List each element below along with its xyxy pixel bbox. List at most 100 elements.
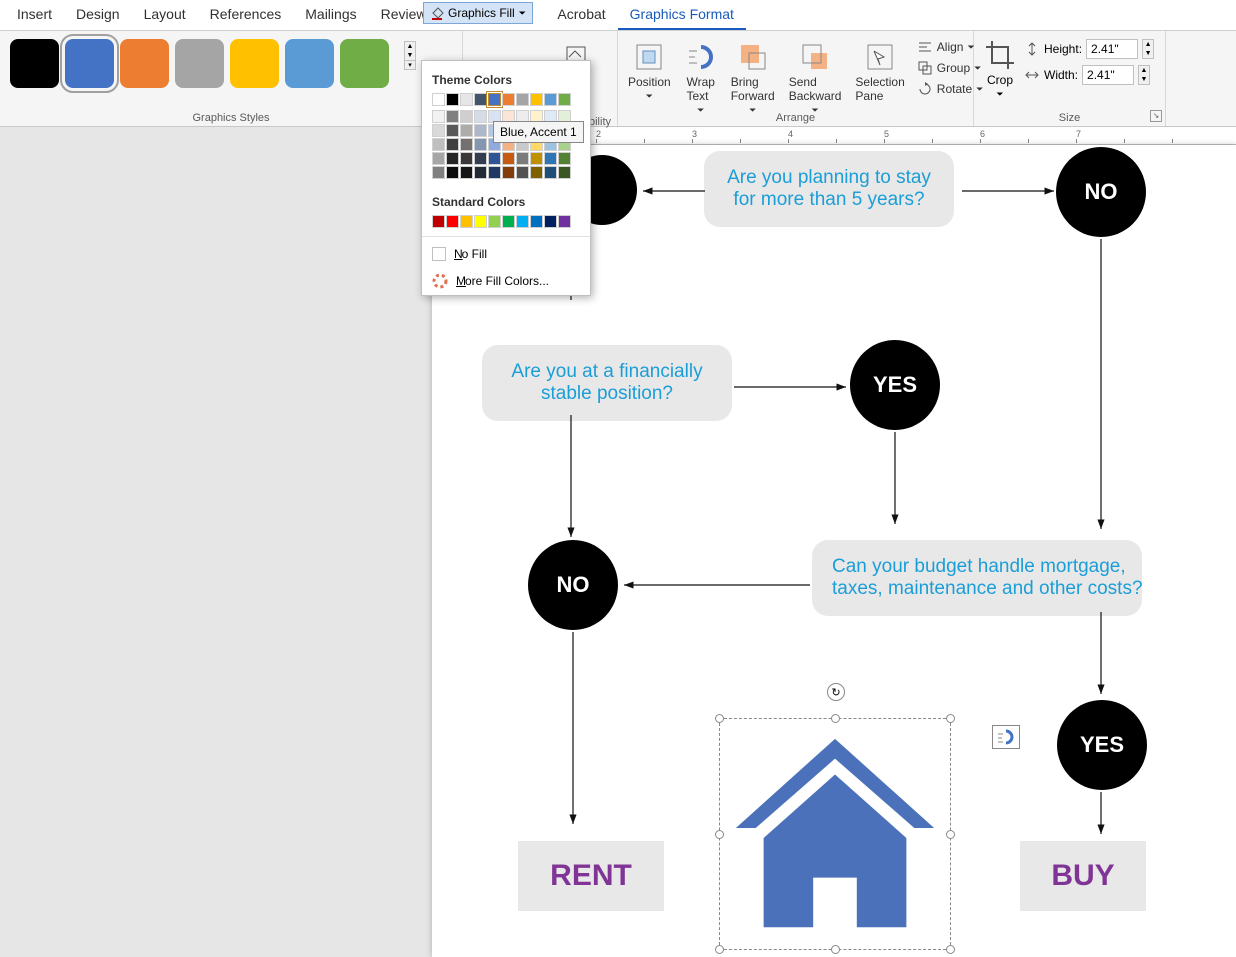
theme-shade-1-0[interactable] [446,110,459,123]
style-swatch-gray[interactable] [175,39,224,88]
theme-shade-6-3[interactable] [516,152,529,165]
theme-color-1[interactable] [446,93,459,106]
theme-shade-0-3[interactable] [432,152,445,165]
theme-shade-5-3[interactable] [502,152,515,165]
size-dialog-launcher[interactable]: ↘ [1150,110,1162,122]
circle-yes-1[interactable]: YES [850,340,940,430]
tab-design[interactable]: Design [64,0,132,30]
circle-no-2[interactable]: NO [528,540,618,630]
theme-shade-2-1[interactable] [460,124,473,137]
standard-color-1[interactable] [446,215,459,228]
standard-color-5[interactable] [502,215,515,228]
tab-graphics-format[interactable]: Graphics Format [618,0,746,30]
theme-shade-0-2[interactable] [432,138,445,151]
wrap-text-button[interactable]: Wrap Text⏷ [681,37,721,120]
standard-color-8[interactable] [544,215,557,228]
theme-shade-9-4[interactable] [558,166,571,179]
theme-shade-4-4[interactable] [488,166,501,179]
graphics-fill-button[interactable]: Graphics Fill ⏷ [423,2,533,24]
style-swatch-black[interactable] [10,39,59,88]
sel-handle-ml[interactable] [715,830,724,839]
sel-handle-br[interactable] [946,945,955,954]
selection-pane-button[interactable]: Selection Pane [851,37,908,120]
sel-handle-tl[interactable] [715,714,724,723]
tab-layout[interactable]: Layout [132,0,198,30]
theme-shade-1-2[interactable] [446,138,459,151]
sel-handle-tr[interactable] [946,714,955,723]
sel-handle-mr[interactable] [946,830,955,839]
tab-insert[interactable]: Insert [5,0,64,30]
decision-box-3[interactable]: Can your budget handle mortgage, taxes, … [812,540,1142,616]
result-buy[interactable]: BUY [1020,841,1146,911]
decision-box-1[interactable]: Are you planning to stay for more than 5… [704,151,954,227]
theme-shade-0-1[interactable] [432,124,445,137]
crop-button[interactable]: Crop⏷ [984,39,1016,100]
selected-graphic-frame[interactable]: ↻ [719,718,951,950]
theme-color-0[interactable] [432,93,445,106]
sel-handle-bc[interactable] [831,945,840,954]
theme-shade-6-4[interactable] [516,166,529,179]
tab-mailings[interactable]: Mailings [293,0,368,30]
sel-handle-tc[interactable] [831,714,840,723]
theme-color-8[interactable] [544,93,557,106]
theme-shade-3-1[interactable] [474,124,487,137]
width-down[interactable]: ▼ [1139,75,1149,84]
circle-no-1[interactable]: NO [1056,147,1146,237]
theme-shade-7-3[interactable] [530,152,543,165]
theme-shade-0-0[interactable] [432,110,445,123]
standard-color-7[interactable] [530,215,543,228]
theme-shade-4-3[interactable] [488,152,501,165]
standard-color-4[interactable] [488,215,501,228]
circle-yes-2[interactable]: YES [1057,700,1147,790]
standard-color-9[interactable] [558,215,571,228]
style-swatch-yellow[interactable] [230,39,279,88]
theme-shade-2-2[interactable] [460,138,473,151]
height-up[interactable]: ▲ [1143,40,1153,49]
style-swatch-lightblue[interactable] [285,39,334,88]
theme-color-7[interactable] [530,93,543,106]
width-input[interactable] [1082,65,1134,85]
house-icon[interactable] [720,719,950,949]
theme-shade-1-1[interactable] [446,124,459,137]
theme-shade-0-4[interactable] [432,166,445,179]
theme-color-4[interactable] [488,93,501,106]
theme-shade-3-0[interactable] [474,110,487,123]
theme-color-2[interactable] [460,93,473,106]
theme-shade-2-3[interactable] [460,152,473,165]
standard-color-0[interactable] [432,215,445,228]
theme-color-9[interactable] [558,93,571,106]
result-rent[interactable]: RENT [518,841,664,911]
theme-color-5[interactable] [502,93,515,106]
theme-shade-1-3[interactable] [446,152,459,165]
theme-shade-2-0[interactable] [460,110,473,123]
style-swatch-blue[interactable] [65,39,114,88]
standard-color-2[interactable] [460,215,473,228]
theme-color-3[interactable] [474,93,487,106]
height-input[interactable] [1086,39,1138,59]
theme-shade-3-2[interactable] [474,138,487,151]
theme-shade-2-4[interactable] [460,166,473,179]
gallery-up[interactable]: ▲ [405,42,415,51]
sel-handle-bl[interactable] [715,945,724,954]
height-down[interactable]: ▼ [1143,49,1153,58]
bring-forward-button[interactable]: Bring Forward⏷ [727,37,779,120]
decision-box-2[interactable]: Are you at a financially stable position… [482,345,732,421]
theme-shade-3-3[interactable] [474,152,487,165]
no-fill-item[interactable]: No Fill [422,241,590,267]
gallery-down[interactable]: ▼ [405,51,415,60]
theme-shade-3-4[interactable] [474,166,487,179]
theme-shade-7-4[interactable] [530,166,543,179]
style-swatch-orange[interactable] [120,39,169,88]
gallery-more[interactable]: ▾ [405,60,415,69]
theme-shade-8-4[interactable] [544,166,557,179]
standard-color-6[interactable] [516,215,529,228]
standard-color-3[interactable] [474,215,487,228]
theme-shade-1-4[interactable] [446,166,459,179]
theme-shade-8-3[interactable] [544,152,557,165]
style-swatch-green[interactable] [340,39,389,88]
tab-acrobat[interactable]: Acrobat [545,0,617,30]
theme-shade-5-4[interactable] [502,166,515,179]
rotation-handle[interactable]: ↻ [827,683,845,701]
layout-options-button[interactable] [992,725,1020,749]
more-fill-colors-item[interactable]: More Fill Colors... [422,267,590,295]
